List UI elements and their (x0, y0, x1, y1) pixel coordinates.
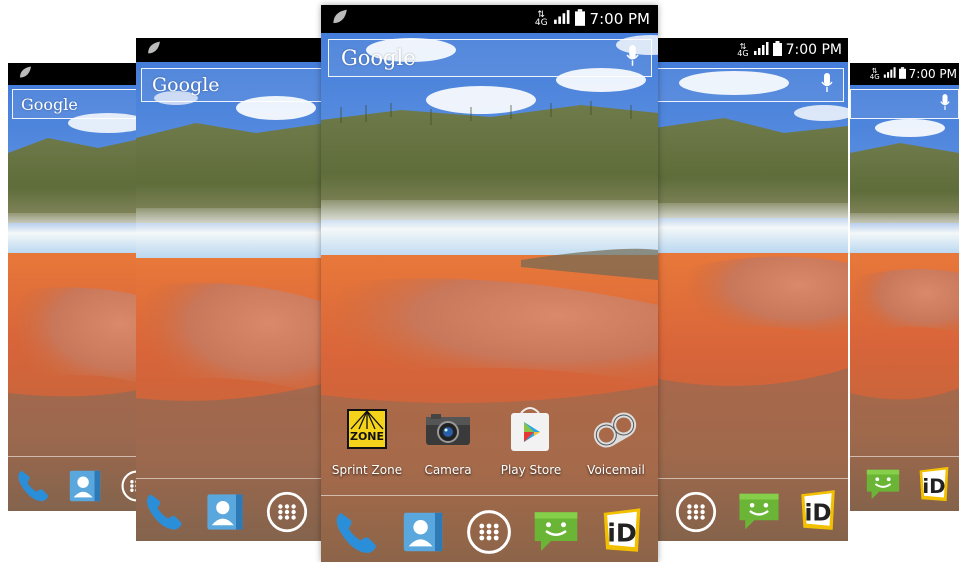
dock (136, 478, 326, 541)
network-4g-icon: ⇅ 4G (737, 43, 749, 58)
network-4g-icon: ⇅ 4G (534, 11, 548, 28)
app-drawer-icon[interactable] (265, 490, 309, 538)
id-icon[interactable]: iD (797, 488, 839, 536)
app-drawer-icon[interactable] (465, 508, 513, 560)
google-search-bar[interactable] (850, 89, 959, 119)
zone-badge-text: ZONE (350, 430, 384, 443)
dock: iD (321, 495, 658, 562)
phone-icon[interactable] (331, 508, 381, 562)
phone-icon[interactable] (142, 490, 186, 538)
status-bar: ⇅ 4G 7:00 PM (654, 38, 848, 62)
google-search-bar[interactable]: Google (141, 68, 326, 102)
google-search-bar[interactable]: Google (328, 39, 652, 77)
notification-leaf-icon (18, 65, 32, 84)
id-icon[interactable]: iD (916, 465, 952, 507)
id-badge-text: iD (922, 475, 945, 498)
dock: iD (654, 478, 848, 541)
contacts-icon[interactable] (399, 508, 447, 560)
google-logo: Google (341, 46, 416, 70)
play-store-icon (507, 405, 553, 457)
network-type: 4G (534, 18, 548, 28)
home-screen-left: Google (136, 38, 326, 541)
dock: iD (850, 456, 959, 511)
clock: 7:00 PM (589, 10, 650, 28)
home-screen-center: ⇅ 4G 7:00 PM Google ZONE Sprint Zone Cam… (321, 5, 658, 562)
app-label-camera: Camera (424, 463, 472, 477)
network-type: 4G (737, 49, 749, 58)
battery-icon (772, 40, 782, 60)
app-label-sprint-zone: Sprint Zone (331, 463, 403, 477)
network-type: 4G (869, 73, 880, 81)
microphone-icon[interactable] (940, 93, 950, 116)
notification-leaf-icon (331, 9, 348, 30)
sprint-zone-icon: ZONE (345, 407, 389, 455)
app-drawer-icon[interactable] (674, 490, 718, 538)
google-logo: Google (21, 94, 78, 114)
clock: 7:00 PM (908, 67, 957, 81)
id-badge-text: iD (804, 500, 831, 526)
battery-icon (574, 8, 585, 30)
voicemail-icon (591, 411, 639, 453)
messaging-icon[interactable] (531, 506, 581, 560)
wallpaper (321, 5, 658, 562)
google-search-bar[interactable] (654, 68, 844, 102)
contacts-icon[interactable] (203, 490, 247, 538)
microphone-icon[interactable] (626, 44, 639, 72)
app-label-voicemail: Voicemail (587, 463, 645, 477)
signal-strength-icon (753, 41, 769, 59)
wallpaper (850, 63, 959, 511)
contacts-icon[interactable] (66, 467, 104, 509)
id-badge-text: iD (607, 518, 636, 547)
wallpaper (654, 38, 848, 541)
home-screen-far-right: ⇅ 4G 7:00 PM iD (850, 63, 959, 511)
camera-icon (425, 413, 471, 451)
clock: 7:00 PM (785, 42, 842, 58)
messaging-icon[interactable] (736, 488, 782, 538)
battery-icon (898, 66, 906, 82)
signal-strength-icon (553, 10, 570, 28)
status-bar: ⇅ 4G 7:00 PM (850, 63, 959, 85)
id-icon[interactable]: iD (599, 506, 645, 558)
network-4g-icon: ⇅ 4G (869, 68, 880, 81)
status-bar (136, 38, 326, 62)
app-label-play-store: Play Store (500, 463, 562, 477)
google-logo: Google (152, 74, 220, 96)
messaging-icon[interactable] (864, 465, 902, 507)
signal-strength-icon (883, 67, 896, 81)
phone-icon[interactable] (14, 467, 52, 509)
home-screen-right: ⇅ 4G 7:00 PM iD (654, 38, 848, 541)
notification-leaf-icon (146, 41, 161, 60)
status-bar: ⇅ 4G 7:00 PM (321, 5, 658, 33)
microphone-icon[interactable] (821, 72, 833, 98)
wallpaper (136, 38, 326, 541)
